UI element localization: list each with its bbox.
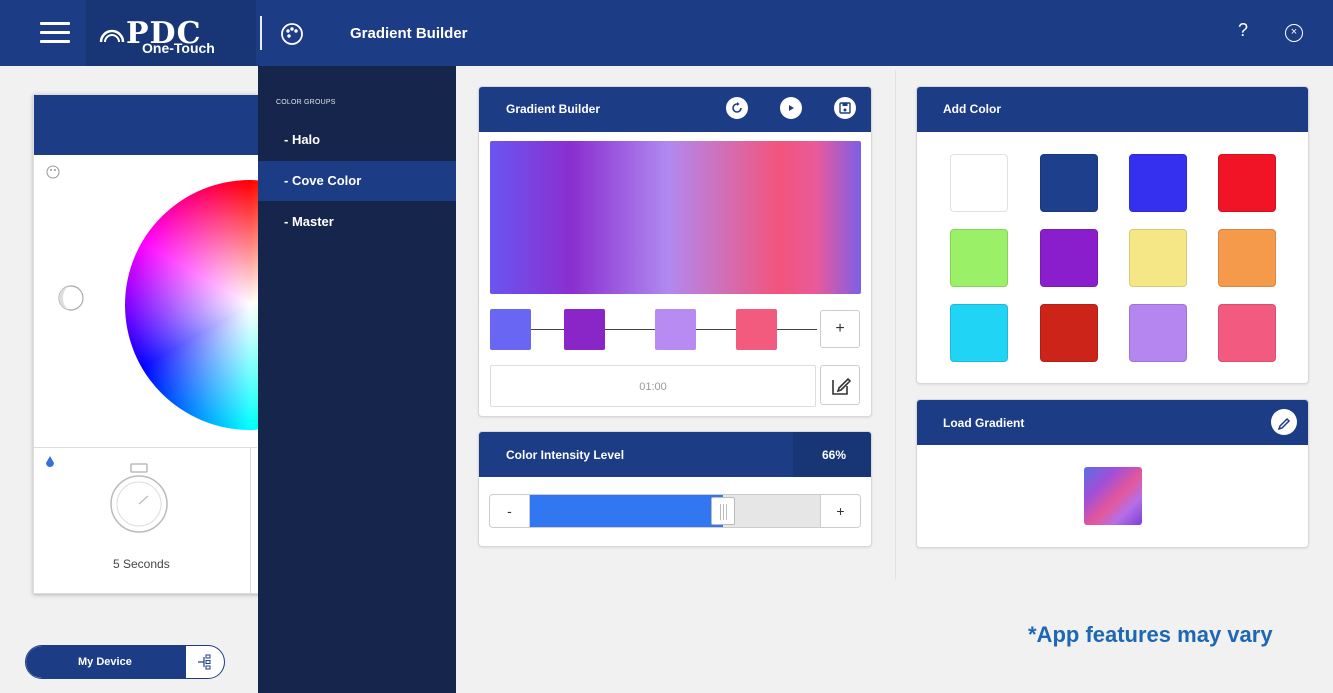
gradient-stop-2[interactable] bbox=[564, 309, 605, 350]
color-swatch[interactable] bbox=[1218, 229, 1276, 287]
intensity-slider-thumb[interactable] bbox=[711, 497, 735, 525]
gradient-stop-1[interactable] bbox=[490, 309, 531, 350]
small-palette-icon bbox=[46, 165, 60, 179]
timer-icon bbox=[110, 463, 168, 533]
color-swatch[interactable] bbox=[1218, 304, 1276, 362]
column-divider bbox=[895, 70, 896, 580]
header-title: Gradient Builder bbox=[350, 25, 468, 42]
gradient-builder-title: Gradient Builder bbox=[506, 102, 601, 116]
hamburger-menu-icon[interactable] bbox=[40, 22, 70, 44]
sidebar-item-halo[interactable]: - Halo bbox=[258, 120, 456, 160]
edit-duration-button[interactable] bbox=[820, 365, 860, 405]
edit-icon bbox=[832, 377, 852, 395]
edit-gradient-button[interactable] bbox=[1271, 409, 1297, 435]
drop-icon bbox=[46, 456, 54, 467]
color-swatch[interactable] bbox=[950, 229, 1008, 287]
play-icon bbox=[789, 105, 794, 111]
saved-gradient-thumbnail[interactable] bbox=[1084, 467, 1142, 525]
duration-field[interactable]: 01:00 bbox=[490, 365, 816, 407]
play-button[interactable] bbox=[780, 97, 802, 119]
load-gradient-title: Load Gradient bbox=[943, 416, 1025, 430]
help-icon[interactable]: ? bbox=[1238, 20, 1248, 41]
brightness-icon[interactable] bbox=[56, 283, 86, 313]
sidebar-item-label: - Cove Color bbox=[284, 173, 362, 188]
logo-separator bbox=[260, 16, 262, 50]
intensity-slider[interactable]: - + bbox=[489, 494, 861, 528]
one-touch-card-header bbox=[34, 95, 272, 155]
gradient-stop-3[interactable] bbox=[655, 309, 696, 350]
color-swatch[interactable] bbox=[950, 304, 1008, 362]
palette-icon bbox=[281, 23, 303, 45]
card-divider bbox=[33, 447, 257, 448]
pencil-icon bbox=[1277, 417, 1291, 431]
color-swatch[interactable] bbox=[1129, 154, 1187, 212]
intensity-decrease-button[interactable]: - bbox=[490, 495, 530, 527]
timer-label: 5 Seconds bbox=[113, 557, 170, 571]
save-icon bbox=[839, 102, 851, 114]
sidebar-item-master[interactable]: - Master bbox=[258, 202, 456, 242]
logo-arc-icon bbox=[99, 29, 125, 43]
gradient-stop-4[interactable] bbox=[736, 309, 777, 350]
my-device-label[interactable]: My Device bbox=[78, 656, 132, 668]
color-swatch[interactable] bbox=[1129, 229, 1187, 287]
one-touch-title: One-Touch bbox=[142, 40, 215, 56]
intensity-value: 66% bbox=[822, 448, 847, 462]
gradient-preview bbox=[490, 141, 861, 294]
sidebar-item-cove-color[interactable]: - Cove Color bbox=[258, 161, 456, 201]
card-vertical-divider bbox=[250, 447, 251, 593]
refresh-icon bbox=[732, 102, 742, 113]
color-swatch[interactable] bbox=[1218, 154, 1276, 212]
intensity-increase-button[interactable]: + bbox=[820, 495, 860, 527]
color-groups-heading: COLOR GROUPS bbox=[276, 99, 336, 106]
color-swatch[interactable] bbox=[1129, 304, 1187, 362]
color-swatch[interactable] bbox=[1040, 229, 1098, 287]
sidebar-item-label: - Halo bbox=[284, 132, 321, 147]
color-swatch[interactable] bbox=[1040, 304, 1098, 362]
disclaimer-text: *App features may vary bbox=[1028, 622, 1273, 647]
color-swatch[interactable] bbox=[950, 154, 1008, 212]
refresh-button[interactable] bbox=[726, 97, 748, 119]
add-stop-button[interactable]: + bbox=[820, 310, 860, 348]
sidebar-item-label: - Master bbox=[284, 214, 334, 229]
network-icon[interactable] bbox=[196, 654, 212, 670]
add-color-title: Add Color bbox=[943, 102, 1001, 116]
close-icon[interactable]: × bbox=[1285, 24, 1303, 42]
save-button[interactable] bbox=[834, 97, 856, 119]
intensity-fill bbox=[530, 495, 723, 527]
color-intensity-title: Color Intensity Level bbox=[506, 448, 625, 462]
color-swatch[interactable] bbox=[1040, 154, 1098, 212]
